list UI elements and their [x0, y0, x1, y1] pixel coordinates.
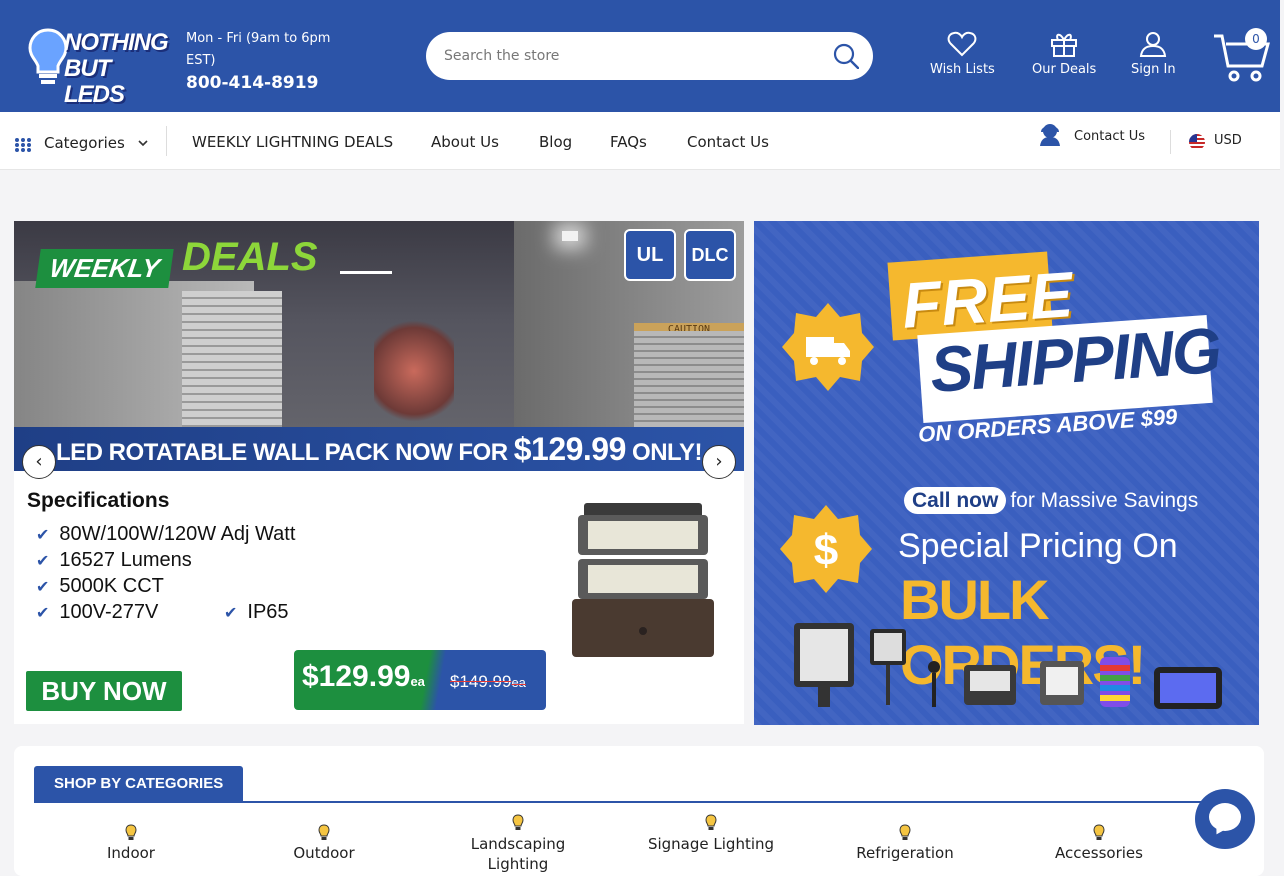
carousel-prev-button[interactable]: ‹ [22, 445, 56, 479]
phone-number[interactable]: 800-414-8919 [186, 72, 356, 94]
grid-icon[interactable] [14, 137, 32, 153]
us-flag-icon[interactable] [1189, 134, 1205, 150]
hero-carousel[interactable]: CAUTION WEEKLY DEALS UL DLC LED ROTATABL… [14, 221, 744, 724]
special-pricing-text: Special Pricing On [898, 527, 1178, 565]
svg-text:$: $ [814, 526, 838, 575]
original-price: $149.99ea [450, 672, 526, 691]
nav-link-contact[interactable]: Contact Us [687, 133, 769, 151]
nav-divider-2 [1170, 130, 1171, 154]
price-tag: $129.99ea $149.99ea [294, 650, 546, 710]
sale-price: $129.99ea [302, 660, 425, 693]
category-landscaping[interactable]: Landscaping Lighting [443, 814, 593, 874]
categories-menu[interactable]: Categories [44, 134, 125, 152]
category-indoor[interactable]: Indoor [56, 824, 206, 862]
chevron-down-icon[interactable] [138, 139, 148, 147]
live-chat-button[interactable] [1195, 789, 1255, 849]
category-outdoor[interactable]: Outdoor [249, 824, 399, 862]
category-refrigeration[interactable]: Refrigeration [830, 824, 980, 862]
shop-by-categories-section: SHOP BY CATEGORIES Indoor Outdoor Landsc… [14, 746, 1264, 876]
category-accessories[interactable]: Accessories [1024, 824, 1174, 862]
nav-link-about[interactable]: About Us [431, 133, 499, 151]
support-agent-icon[interactable] [1038, 122, 1062, 148]
truck-badge-icon [782, 303, 874, 391]
bulb-icon [318, 824, 330, 840]
nav-link-weekly-deals[interactable]: WEEKLY LIGHTNING DEALS [192, 133, 393, 151]
our-deals-label: Our Deals [1032, 62, 1097, 77]
dollar-badge-icon: $ [780, 505, 872, 593]
call-now-text: Call now for Massive Savings [904, 487, 1198, 514]
user-icon [1140, 32, 1167, 57]
product-lineup-image [794, 623, 1222, 709]
cart-count-badge: 0 [1245, 28, 1267, 50]
promo-banner-text: LED ROTATABLE WALL PACK NOW FOR $129.99 … [14, 427, 744, 471]
wish-lists-label: Wish Lists [930, 62, 995, 77]
section-underline [34, 801, 1220, 803]
logo-wordmark: NOTHING BUT LEDS [64, 30, 174, 108]
site-header: NOTHING BUT LEDS Mon - Fri (9am to 6pm E… [0, 0, 1280, 112]
deals-label: DEALS [182, 235, 318, 279]
call-now-pill[interactable]: Call now [904, 487, 1007, 514]
heart-icon [948, 31, 977, 57]
logo-line-1: NOTHING [64, 29, 169, 56]
logo-line-2: BUT LEDS [64, 55, 125, 108]
business-hours: Mon - Fri (9am to 6pm EST) 800-414-8919 [186, 28, 356, 94]
check-icon: ✔ [36, 553, 50, 570]
bulb-logo-icon [28, 28, 68, 84]
currency-selector[interactable]: USD [1214, 133, 1242, 148]
weekly-label: WEEKLY [35, 249, 175, 288]
spec-item: ✔ 80W/100W/120W Adj Watt [36, 523, 296, 545]
main-nav: Categories WEEKLY LIGHTNING DEALS About … [0, 112, 1280, 170]
spec-item: ✔ 100V-277V [36, 601, 159, 623]
spec-item: ✔ 16527 Lumens [36, 549, 192, 571]
search-icon[interactable] [833, 43, 859, 69]
contact-us-label[interactable]: Contact Us [1074, 129, 1145, 144]
specifications-title: Specifications [27, 489, 170, 512]
spec-item: ✔ 5000K CCT [36, 575, 164, 597]
sign-in-label: Sign In [1131, 62, 1176, 77]
check-icon: ✔ [36, 527, 50, 544]
nav-link-faqs[interactable]: FAQs [610, 133, 647, 151]
spec-item: ✔ IP65 [224, 601, 289, 623]
check-icon: ✔ [36, 579, 50, 596]
site-logo[interactable]: NOTHING BUT LEDS [28, 26, 174, 108]
wish-lists-link[interactable]: Wish Lists [930, 30, 995, 77]
nav-link-blog[interactable]: Blog [539, 133, 572, 151]
wall-lamp-glow [562, 231, 578, 241]
bulb-icon [1093, 824, 1105, 840]
section-title: SHOP BY CATEGORIES [34, 766, 244, 802]
hours-text: Mon - Fri (9am to 6pm EST) [186, 31, 331, 68]
deal-underline [340, 271, 392, 274]
gift-icon [1051, 33, 1078, 57]
check-icon: ✔ [224, 605, 238, 622]
free-shipping-banner[interactable]: FREE SHIPPING ON ORDERS ABOVE $99 $ Call… [754, 221, 1259, 725]
bulb-icon [705, 814, 717, 830]
wall-pack-product-image [572, 503, 714, 657]
category-signage[interactable]: Signage Lighting [636, 814, 786, 854]
bulb-icon [899, 824, 911, 840]
ul-cert-badge: UL [624, 229, 676, 281]
search-bar [426, 32, 873, 80]
our-deals-link[interactable]: Our Deals [1032, 30, 1096, 77]
buy-now-button[interactable]: BUY NOW [26, 671, 182, 711]
bulb-icon [125, 824, 137, 840]
nav-divider [166, 126, 167, 156]
search-input[interactable] [444, 44, 824, 68]
check-icon: ✔ [36, 605, 50, 622]
carousel-next-button[interactable]: › [702, 445, 736, 479]
bulb-icon [512, 814, 524, 830]
dlc-cert-badge: DLC [684, 229, 736, 281]
sign-in-link[interactable]: Sign In [1131, 30, 1176, 77]
